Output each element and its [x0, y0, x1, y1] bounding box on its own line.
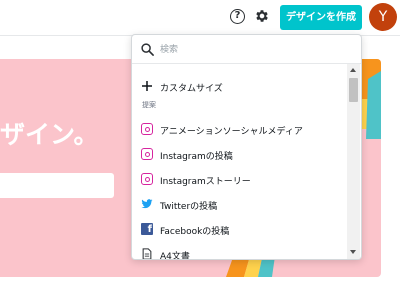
search-icon [141, 43, 154, 56]
instagram-icon [141, 148, 153, 160]
list-item-twitter-post[interactable]: Twitterの投稿 [132, 194, 346, 216]
search-input[interactable] [160, 40, 350, 60]
help-icon[interactable]: ? [230, 9, 245, 24]
create-design-button[interactable]: デザインを作成 [280, 5, 362, 30]
scroll-up-arrow-icon[interactable] [350, 68, 356, 72]
list-item-animated-social[interactable]: アニメーションソーシャルメディア [132, 119, 346, 141]
suggestions-heading: 提案 [142, 101, 156, 109]
top-bar: ? デザインを作成 Y [0, 0, 400, 36]
hero-search-field[interactable] [0, 173, 114, 198]
dropdown-scrollbar[interactable] [347, 64, 360, 259]
document-icon [142, 248, 152, 259]
scrollbar-thumb[interactable] [349, 78, 358, 102]
list-item-label: Twitterの投稿 [160, 202, 218, 212]
facebook-icon: f [141, 223, 153, 235]
list-item-label: A4文書 [160, 252, 190, 260]
twitter-icon [141, 199, 153, 209]
instagram-icon [141, 123, 153, 135]
avatar[interactable]: Y [369, 3, 397, 31]
list-item-label: アニメーションソーシャルメディア [160, 127, 303, 137]
list-item-label: Facebookの投稿 [160, 227, 230, 237]
custom-size-item[interactable]: カスタムサイズ [132, 76, 346, 98]
list-item-label: Instagramストーリー [160, 177, 251, 187]
gear-icon[interactable] [254, 8, 270, 24]
instagram-icon [141, 173, 153, 185]
list-item-instagram-story[interactable]: Instagramストーリー [132, 169, 346, 191]
list-item-a4-document[interactable]: A4文書 [132, 244, 346, 260]
list-item-facebook-post[interactable]: f Facebookの投稿 [132, 219, 346, 241]
create-design-dropdown: カスタムサイズ 提案 アニメーションソーシャルメディア Instagramの投稿… [131, 34, 362, 260]
plus-icon [142, 81, 152, 91]
hero-title: ザイン。 [0, 120, 99, 149]
dropdown-search-row [132, 35, 361, 64]
list-item-instagram-post[interactable]: Instagramの投稿 [132, 144, 346, 166]
list-item-label: Instagramの投稿 [160, 152, 233, 162]
scroll-down-arrow-icon[interactable] [350, 250, 356, 254]
custom-size-label: カスタムサイズ [160, 84, 223, 94]
